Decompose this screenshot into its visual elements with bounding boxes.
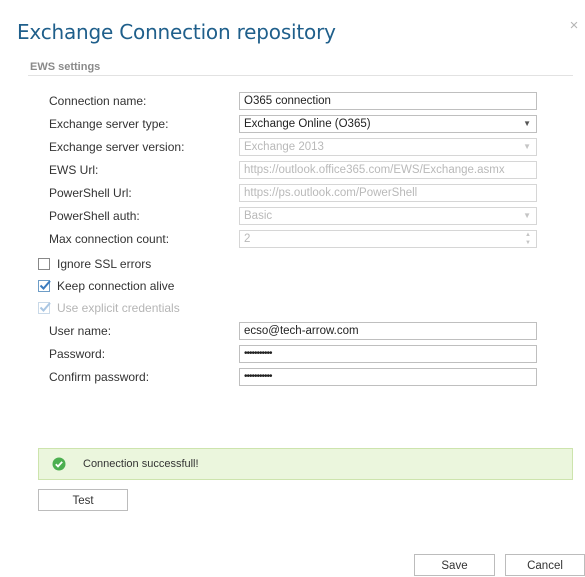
confirm-password-field[interactable]: ••••••••••• [239, 368, 537, 386]
server-type-label: Exchange server type: [49, 117, 169, 131]
connection-name-value: O365 connection [244, 95, 331, 107]
connection-name-label: Connection name: [49, 94, 147, 108]
user-name-input[interactable]: ecso@tech-arrow.com [239, 322, 537, 340]
password-value: ••••••••••• [244, 348, 272, 359]
test-button[interactable]: Test [38, 489, 128, 511]
checkbox-checked-icon [38, 302, 51, 314]
password-label: Password: [49, 347, 106, 361]
powershell-url-input[interactable]: https://ps.outlook.com/PowerShell [239, 184, 537, 202]
close-icon[interactable]: × [567, 18, 581, 34]
server-version-label: Exchange server version: [49, 140, 185, 154]
chevron-down-icon: ▼ [523, 119, 531, 128]
exchange-connection-dialog: Exchange Connection repository × EWS set… [0, 0, 585, 576]
connection-name-input[interactable]: O365 connection [239, 92, 537, 110]
ignore-ssl-label: Ignore SSL errors [57, 257, 152, 271]
cancel-button[interactable]: Cancel [505, 554, 585, 576]
server-type-select[interactable]: Exchange Online (O365) ▼ [239, 115, 537, 133]
checkbox-unchecked-icon [38, 258, 50, 270]
ews-url-label: EWS Url: [49, 163, 99, 177]
max-connections-label: Max connection count: [49, 232, 170, 246]
spinner-arrows-icon[interactable]: ▲ ▼ [524, 231, 532, 247]
ews-url-input[interactable]: https://outlook.office365.com/EWS/Exchan… [239, 161, 537, 179]
powershell-auth-value: Basic [244, 210, 273, 222]
password-field[interactable]: ••••••••••• [239, 345, 537, 363]
check-circle-icon [52, 457, 66, 471]
server-version-select[interactable]: Exchange 2013 ▼ [239, 138, 537, 156]
dialog-title: Exchange Connection repository [17, 20, 336, 44]
status-text: Connection successfull! [83, 458, 199, 470]
chevron-down-icon: ▼ [523, 142, 531, 151]
max-connections-value: 2 [244, 233, 251, 245]
confirm-password-value: ••••••••••• [244, 371, 272, 382]
user-name-value: ecso@tech-arrow.com [244, 325, 359, 337]
powershell-url-value: https://ps.outlook.com/PowerShell [244, 187, 418, 199]
status-banner: Connection successfull! [38, 448, 573, 480]
powershell-auth-select[interactable]: Basic ▼ [239, 207, 537, 225]
save-button[interactable]: Save [414, 554, 495, 576]
section-title: EWS settings [30, 61, 101, 73]
powershell-auth-label: PowerShell auth: [49, 209, 140, 223]
user-name-label: User name: [49, 324, 112, 338]
server-type-value: Exchange Online (O365) [244, 118, 371, 130]
confirm-password-label: Confirm password: [49, 370, 150, 384]
max-connections-stepper[interactable]: 2 ▲ ▼ [239, 230, 537, 248]
checkbox-checked-icon [38, 280, 51, 292]
ews-url-value: https://outlook.office365.com/EWS/Exchan… [244, 164, 505, 176]
powershell-url-label: PowerShell Url: [49, 186, 132, 200]
server-version-value: Exchange 2013 [244, 141, 324, 153]
explicit-credentials-label: Use explicit credentials [57, 301, 180, 315]
chevron-down-icon: ▼ [523, 211, 531, 220]
keep-alive-label: Keep connection alive [57, 279, 175, 293]
section-divider [28, 75, 573, 76]
